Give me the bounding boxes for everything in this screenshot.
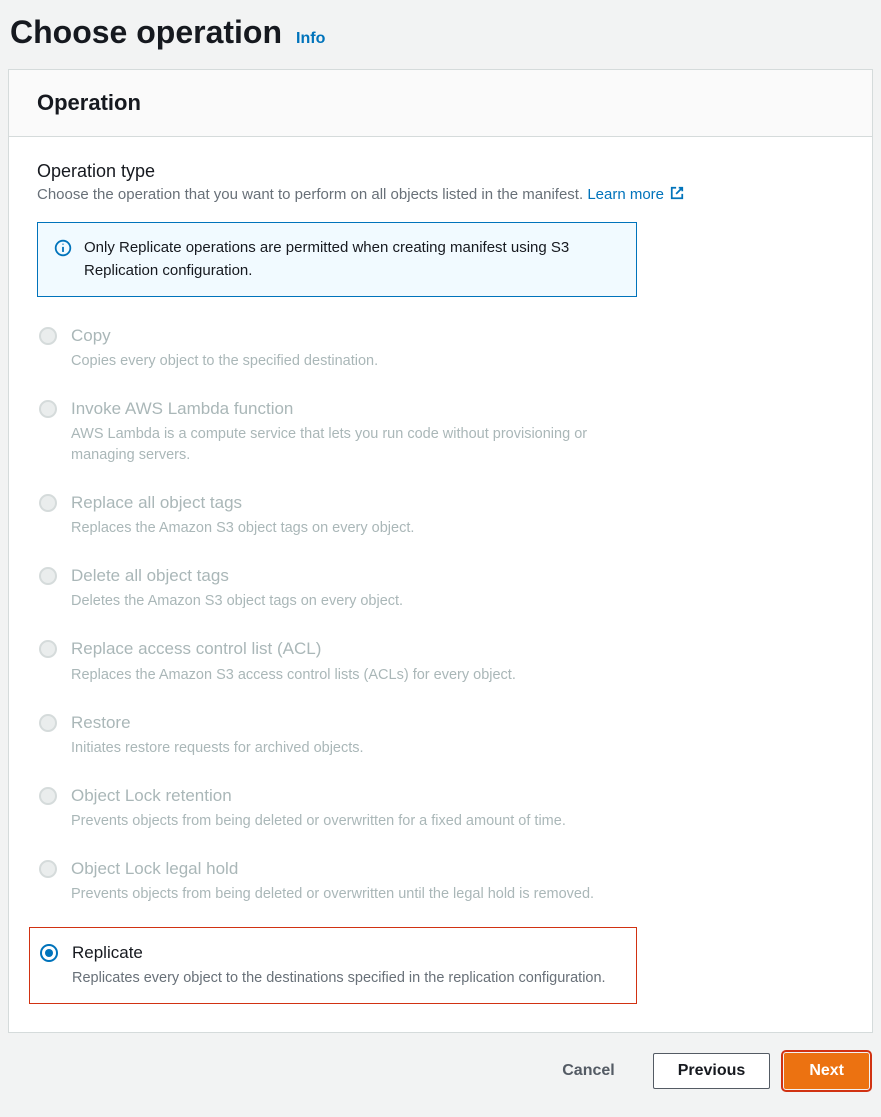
next-button[interactable]: Next <box>784 1053 869 1089</box>
operation-panel: Operation Operation type Choose the oper… <box>8 69 873 1033</box>
radio-icon <box>39 714 57 732</box>
radio-icon <box>39 567 57 585</box>
radio-description: Deletes the Amazon S3 object tags on eve… <box>71 591 403 612</box>
radio-text: Replicate Replicates every object to the … <box>72 942 606 989</box>
external-link-icon <box>670 186 684 204</box>
radio-option-delete-tags: Delete all object tags Deletes the Amazon… <box>37 561 637 616</box>
radio-label: Replace all object tags <box>71 492 414 514</box>
radio-icon <box>39 860 57 878</box>
radio-description: Replaces the Amazon S3 object tags on ev… <box>71 518 414 539</box>
wizard-footer: Cancel Previous Next <box>8 1033 873 1109</box>
radio-label: Object Lock retention <box>71 785 566 807</box>
radio-text: Object Lock retention Prevents objects fr… <box>71 785 566 832</box>
radio-description: AWS Lambda is a compute service that let… <box>71 424 635 466</box>
radio-text: Restore Initiates restore requests for ar… <box>71 712 364 759</box>
radio-label: Replicate <box>72 942 606 964</box>
radio-label: Invoke AWS Lambda function <box>71 398 635 420</box>
radio-icon <box>39 400 57 418</box>
section-subtitle-text: Choose the operation that you want to pe… <box>37 186 587 203</box>
section-subtitle: Choose the operation that you want to pe… <box>37 186 844 204</box>
radio-description: Prevents objects from being deleted or o… <box>71 811 566 832</box>
radio-label: Copy <box>71 325 378 347</box>
radio-icon <box>39 787 57 805</box>
radio-option-object-lock-retention: Object Lock retention Prevents objects fr… <box>37 781 637 836</box>
info-alert: Only Replicate operations are permitted … <box>37 222 637 297</box>
info-icon <box>54 239 72 282</box>
operation-type-radio-group: Copy Copies every object to the specified… <box>37 321 844 1004</box>
radio-label: Delete all object tags <box>71 565 403 587</box>
radio-icon <box>40 944 58 962</box>
panel-header: Operation <box>9 70 872 137</box>
radio-icon <box>39 640 57 658</box>
cancel-button[interactable]: Cancel <box>538 1053 638 1089</box>
radio-text: Invoke AWS Lambda function AWS Lambda is … <box>71 398 635 466</box>
info-link[interactable]: Info <box>296 30 325 48</box>
page-header: Choose operation Info <box>8 8 873 69</box>
radio-text: Replace access control list (ACL) Replace… <box>71 638 516 685</box>
radio-description: Prevents objects from being deleted or o… <box>71 884 594 905</box>
learn-more-link[interactable]: Learn more <box>587 186 684 203</box>
radio-text: Object Lock legal hold Prevents objects f… <box>71 858 594 905</box>
radio-option-replace-tags: Replace all object tags Replaces the Amaz… <box>37 488 637 543</box>
previous-button[interactable]: Previous <box>653 1053 771 1089</box>
page-title: Choose operation <box>10 14 282 51</box>
radio-option-restore: Restore Initiates restore requests for ar… <box>37 708 637 763</box>
radio-label: Object Lock legal hold <box>71 858 594 880</box>
radio-text: Copy Copies every object to the specified… <box>71 325 378 372</box>
radio-option-copy: Copy Copies every object to the specified… <box>37 321 637 376</box>
radio-description: Initiates restore requests for archived … <box>71 738 364 759</box>
radio-text: Delete all object tags Deletes the Amazon… <box>71 565 403 612</box>
panel-title: Operation <box>37 90 844 116</box>
radio-option-object-lock-legal-hold: Object Lock legal hold Prevents objects f… <box>37 854 637 909</box>
radio-description: Replicates every object to the destinati… <box>72 968 606 989</box>
radio-description: Replaces the Amazon S3 access control li… <box>71 665 516 686</box>
section-title: Operation type <box>37 161 844 182</box>
radio-option-replicate[interactable]: Replicate Replicates every object to the … <box>29 927 637 1004</box>
radio-icon <box>39 327 57 345</box>
radio-label: Replace access control list (ACL) <box>71 638 516 660</box>
radio-description: Copies every object to the specified des… <box>71 351 378 372</box>
radio-icon <box>39 494 57 512</box>
learn-more-text: Learn more <box>587 186 664 203</box>
radio-label: Restore <box>71 712 364 734</box>
radio-option-replace-acl: Replace access control list (ACL) Replace… <box>37 634 637 689</box>
radio-text: Replace all object tags Replaces the Amaz… <box>71 492 414 539</box>
radio-option-invoke-lambda: Invoke AWS Lambda function AWS Lambda is … <box>37 394 637 470</box>
alert-text: Only Replicate operations are permitted … <box>84 237 620 282</box>
